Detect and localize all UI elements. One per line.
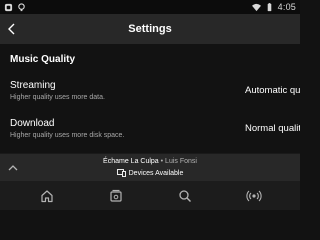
now-playing-bar[interactable]: Échame La Culpa • Luis Fonsi Devices Ava…: [0, 153, 300, 181]
setting-streaming[interactable]: Streaming Higher quality uses more data.…: [0, 78, 300, 110]
setting-name: Download: [10, 118, 55, 129]
status-bar-left: [4, 2, 26, 12]
download-quality-select[interactable]: Normal quality: [245, 123, 300, 134]
notification-icon: [4, 3, 13, 11]
status-bar-right: 4:05: [251, 2, 296, 12]
chevron-left-icon: [8, 23, 15, 35]
settings-screen: 4:05 Settings Music Quality Streaming Hi…: [0, 0, 300, 210]
track-artist: Luis Fonsi: [165, 158, 197, 165]
radio-icon: [245, 190, 262, 201]
section-title-music-quality: Music Quality: [10, 54, 76, 65]
lightbulb-icon: [18, 2, 25, 11]
devices-available[interactable]: Devices Available: [0, 169, 300, 177]
header-bar: Settings: [0, 14, 300, 44]
status-bar: 4:05: [0, 0, 300, 14]
track-title: Échame La Culpa: [103, 158, 159, 165]
settings-content: Music Quality Streaming Higher quality u…: [0, 44, 300, 154]
devices-label: Devices Available: [128, 169, 184, 177]
nav-radio[interactable]: [237, 181, 271, 210]
search-icon: [178, 189, 191, 202]
devices-icon: [116, 169, 126, 177]
setting-description: Higher quality uses more disk space.: [10, 132, 125, 139]
page-title: Settings: [128, 23, 172, 35]
setting-name: Streaming: [10, 80, 56, 91]
setting-download[interactable]: Download Higher quality uses more disk s…: [0, 116, 300, 148]
bottom-nav: [0, 181, 300, 210]
nav-search[interactable]: [168, 181, 202, 210]
home-icon: [40, 189, 53, 202]
nav-browse[interactable]: [99, 181, 133, 210]
back-button[interactable]: [0, 14, 24, 44]
setting-description: Higher quality uses more data.: [10, 94, 105, 101]
streaming-quality-select[interactable]: Automatic quality: [245, 85, 300, 96]
now-playing-track: Échame La Culpa • Luis Fonsi: [0, 158, 300, 165]
nav-home[interactable]: [30, 181, 64, 210]
status-time: 4:05: [277, 2, 296, 12]
browse-icon: [109, 189, 122, 202]
battery-icon: [267, 2, 271, 11]
wifi-icon: [251, 3, 261, 11]
